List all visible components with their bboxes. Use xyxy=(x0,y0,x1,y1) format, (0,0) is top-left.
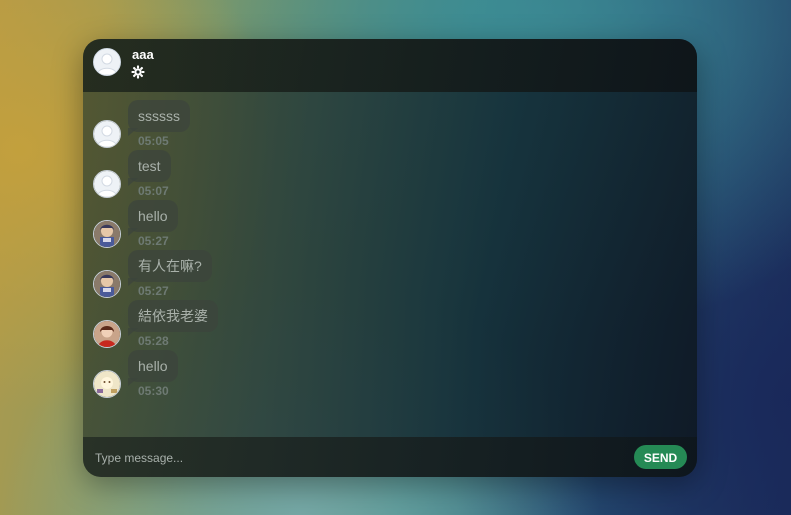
sender-avatar[interactable] xyxy=(93,370,121,398)
message-bubble: 有人在嘛? xyxy=(128,250,212,282)
photo-avatar-cream-icon xyxy=(94,371,120,397)
sender-avatar[interactable] xyxy=(93,220,121,248)
message-item: 有人在嘛? 05:27 xyxy=(83,250,383,300)
message-input[interactable] xyxy=(93,446,597,470)
message-item: ssssss 05:05 xyxy=(83,100,383,150)
default-user-avatar-icon xyxy=(94,121,120,147)
sender-avatar[interactable] xyxy=(93,270,121,298)
photo-avatar-red-icon xyxy=(94,321,120,347)
message-timestamp: 05:07 xyxy=(138,184,169,198)
photo-avatar-anime-icon xyxy=(94,221,120,247)
message-bubble: ssssss xyxy=(128,100,190,132)
message-item: hello 05:27 xyxy=(83,200,383,250)
message-timestamp: 05:30 xyxy=(138,384,169,398)
message-composer: SEND xyxy=(83,437,697,477)
message-timestamp: 05:27 xyxy=(138,234,169,248)
sender-avatar[interactable] xyxy=(93,120,121,148)
send-button[interactable]: SEND xyxy=(634,445,687,469)
sender-avatar[interactable] xyxy=(93,170,121,198)
message-bubble: hello xyxy=(128,350,178,382)
chat-header: aaa xyxy=(83,39,697,92)
default-user-avatar-icon xyxy=(94,171,120,197)
sender-avatar[interactable] xyxy=(93,320,121,348)
default-user-avatar-icon xyxy=(94,49,120,75)
photo-avatar-anime-icon xyxy=(94,271,120,297)
message-item: hello 05:30 xyxy=(83,350,383,400)
message-item: 結依我老婆 05:28 xyxy=(83,300,383,350)
message-timestamp: 05:05 xyxy=(138,134,169,148)
message-item: test 05:07 xyxy=(83,150,383,200)
message-bubble: hello xyxy=(128,200,178,232)
chat-title: aaa xyxy=(132,47,154,62)
message-timestamp: 05:28 xyxy=(138,334,169,348)
user-avatar[interactable] xyxy=(93,48,121,76)
message-bubble: 結依我老婆 xyxy=(128,300,218,332)
gear-icon[interactable] xyxy=(131,65,145,79)
chat-window: aaa ssssss 05:05 test 05:07 hello 05:27 … xyxy=(83,39,697,477)
message-list[interactable]: ssssss 05:05 test 05:07 hello 05:27 有人在嘛… xyxy=(83,92,697,437)
message-bubble: test xyxy=(128,150,171,182)
message-timestamp: 05:27 xyxy=(138,284,169,298)
